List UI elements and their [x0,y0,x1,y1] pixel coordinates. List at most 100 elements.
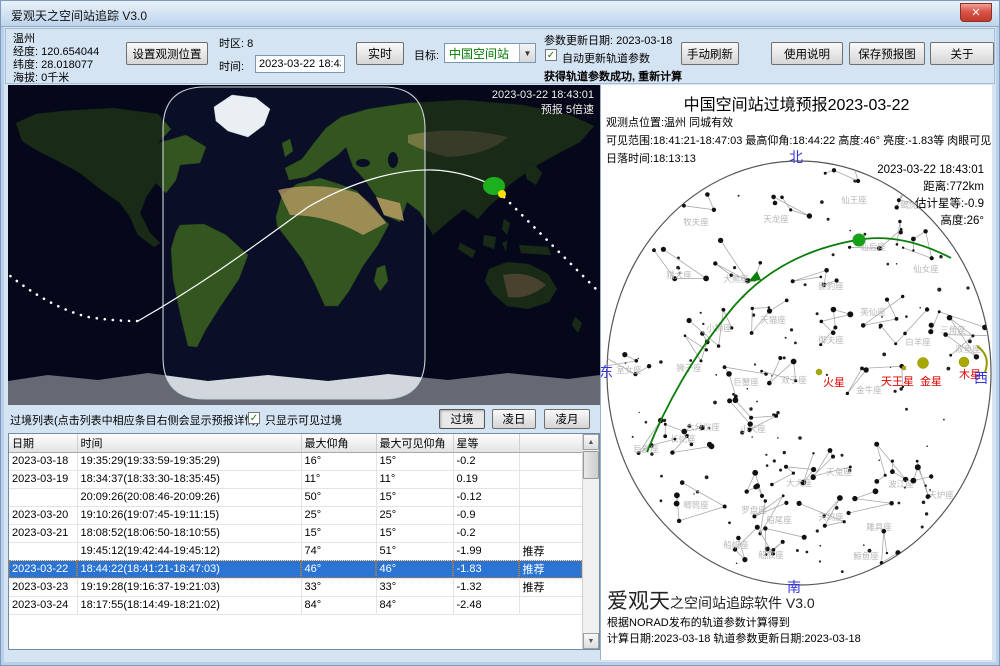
column-header[interactable]: 日期 [9,434,77,452]
chevron-down-icon[interactable]: ▼ [519,44,535,62]
lunar-transit-button[interactable]: 凌月 [544,409,590,429]
table-cell[interactable]: 2023-03-18 [9,452,77,470]
table-cell[interactable]: 33° [301,578,376,596]
titlebar[interactable]: 爱观天之空间站追踪 V3.0 ✕ [1,1,999,27]
table-cell[interactable] [519,506,582,524]
table-cell[interactable]: 46° [301,560,376,578]
constellation-lines [725,367,767,396]
table-cell[interactable]: 18:34:37(18:33:30-18:35:45) [77,470,301,488]
table-cell[interactable]: 74° [301,542,376,560]
table-cell[interactable]: 2023-03-22 [9,560,77,578]
table-cell[interactable]: 19:35:29(19:33:59-19:35:29) [77,452,301,470]
table-cell[interactable]: 33° [376,578,453,596]
help-button[interactable]: 使用说明 [771,42,843,65]
scroll-down-icon[interactable]: ▼ [583,633,599,649]
table-cell[interactable]: 19:19:28(19:16:37-19:21:03) [77,578,301,596]
constellation-label: 天鸽座 [818,512,844,522]
table-cell[interactable]: 50° [301,488,376,506]
table-cell[interactable]: 16° [301,452,376,470]
table-cell[interactable]: 2023-03-23 [9,578,77,596]
table-cell[interactable]: -1.32 [453,578,519,596]
table-cell[interactable]: -0.2 [453,452,519,470]
table-cell[interactable]: 15° [376,524,453,542]
constellation-star [771,552,775,556]
about-button[interactable]: 关于 [930,42,994,65]
table-cell[interactable] [519,524,582,542]
constellation-star [726,371,732,377]
table-row[interactable]: 2023-03-2319:19:28(19:16:37-19:21:03)33°… [9,578,582,596]
table-cell[interactable]: -2.48 [453,596,519,614]
table-cell[interactable]: 19:10:26(19:07:45-19:11:15) [77,506,301,524]
table-cell[interactable] [519,452,582,470]
column-header[interactable]: 最大可见仰角 [376,434,453,452]
scrollbar-thumb[interactable] [583,451,599,479]
realtime-button[interactable]: 实时 [356,42,404,65]
table-cell[interactable]: 2023-03-24 [9,596,77,614]
time-input[interactable] [255,55,345,73]
save-forecast-button[interactable]: 保存预报图 [849,42,925,65]
table-cell[interactable]: 2023-03-20 [9,506,77,524]
table-cell[interactable]: 推荐 [519,578,582,596]
table-cell[interactable]: -0.2 [453,524,519,542]
table-cell[interactable]: -0.9 [453,506,519,524]
table-cell[interactable] [9,542,77,560]
star-dot [966,286,969,289]
table-row[interactable]: 2023-03-2118:08:52(18:06:50-18:10:55)15°… [9,524,582,542]
table-cell[interactable]: 推荐 [519,560,582,578]
table-cell[interactable]: 11° [301,470,376,488]
table-row[interactable]: 2023-03-2418:17:55(18:14:49-18:21:02)84°… [9,596,582,614]
set-location-button[interactable]: 设置观测位置 [126,42,208,65]
table-cell[interactable]: 84° [376,596,453,614]
table-cell[interactable]: 20:09:26(20:08:46-20:09:26) [77,488,301,506]
table-row[interactable]: 20:09:26(20:08:46-20:09:26)50°15°-0.12 [9,488,582,506]
star-dot [708,427,711,430]
table-cell[interactable]: 46° [376,560,453,578]
visible-only-checkbox[interactable]: ✓ [248,412,260,424]
table-row[interactable]: 2023-03-2218:44:22(18:41:21-18:47:03)46°… [9,560,582,578]
target-combobox[interactable]: 中国空间站 ▼ [444,43,536,63]
transit-table-header[interactable]: 日期时间最大仰角最大可见仰角星等 [9,434,582,452]
table-cell[interactable] [519,470,582,488]
table-cell[interactable]: 11° [376,470,453,488]
table-cell[interactable]: 15° [376,452,453,470]
table-cell[interactable]: -0.12 [453,488,519,506]
table-cell[interactable]: -1.83 [453,560,519,578]
transit-tab-button[interactable]: 过境 [439,409,485,429]
table-row[interactable]: 2023-03-1819:35:29(19:33:59-19:35:29)16°… [9,452,582,470]
table-row[interactable]: 2023-03-1918:34:37(18:33:30-18:35:45)11°… [9,470,582,488]
table-cell[interactable] [9,488,77,506]
column-header[interactable]: 最大仰角 [301,434,376,452]
solar-transit-button[interactable]: 凌日 [492,409,536,429]
column-header[interactable]: 时间 [77,434,301,452]
close-button[interactable]: ✕ [960,3,992,22]
table-cell[interactable]: 25° [301,506,376,524]
table-cell[interactable]: 2023-03-19 [9,470,77,488]
column-header[interactable]: 星等 [453,434,519,452]
table-cell[interactable]: 15° [301,524,376,542]
table-cell[interactable]: 2023-03-21 [9,524,77,542]
table-cell[interactable]: 84° [301,596,376,614]
constellation-lines [913,461,931,497]
table-row[interactable]: 2023-03-2019:10:26(19:07:45-19:11:15)25°… [9,506,582,524]
table-cell[interactable]: 18:08:52(18:06:50-18:10:55) [77,524,301,542]
auto-update-checkbox[interactable]: ✓ [545,49,557,61]
constellation-star [600,365,603,370]
table-cell[interactable]: 51° [376,542,453,560]
manual-refresh-button[interactable]: 手动刷新 [681,42,739,65]
table-cell[interactable]: 18:44:22(18:41:21-18:47:03) [77,560,301,578]
table-cell[interactable]: 18:17:55(18:14:49-18:21:02) [77,596,301,614]
table-cell[interactable]: 15° [376,488,453,506]
table-cell[interactable]: 0.19 [453,470,519,488]
table-cell[interactable] [519,488,582,506]
table-cell[interactable]: 19:45:12(19:42:44-19:45:12) [77,542,301,560]
table-cell[interactable]: 推荐 [519,542,582,560]
constellation-label: 鲸鱼座 [853,551,879,561]
column-header[interactable] [519,434,582,452]
table-row[interactable]: 19:45:12(19:42:44-19:45:12)74°51°-1.99推荐 [9,542,582,560]
table-cell[interactable]: 25° [376,506,453,524]
scroll-up-icon[interactable]: ▲ [583,434,599,450]
table-scrollbar[interactable]: ▲ ▼ [582,434,599,649]
star-dot [796,549,799,552]
table-cell[interactable]: -1.99 [453,542,519,560]
table-cell[interactable] [519,596,582,614]
